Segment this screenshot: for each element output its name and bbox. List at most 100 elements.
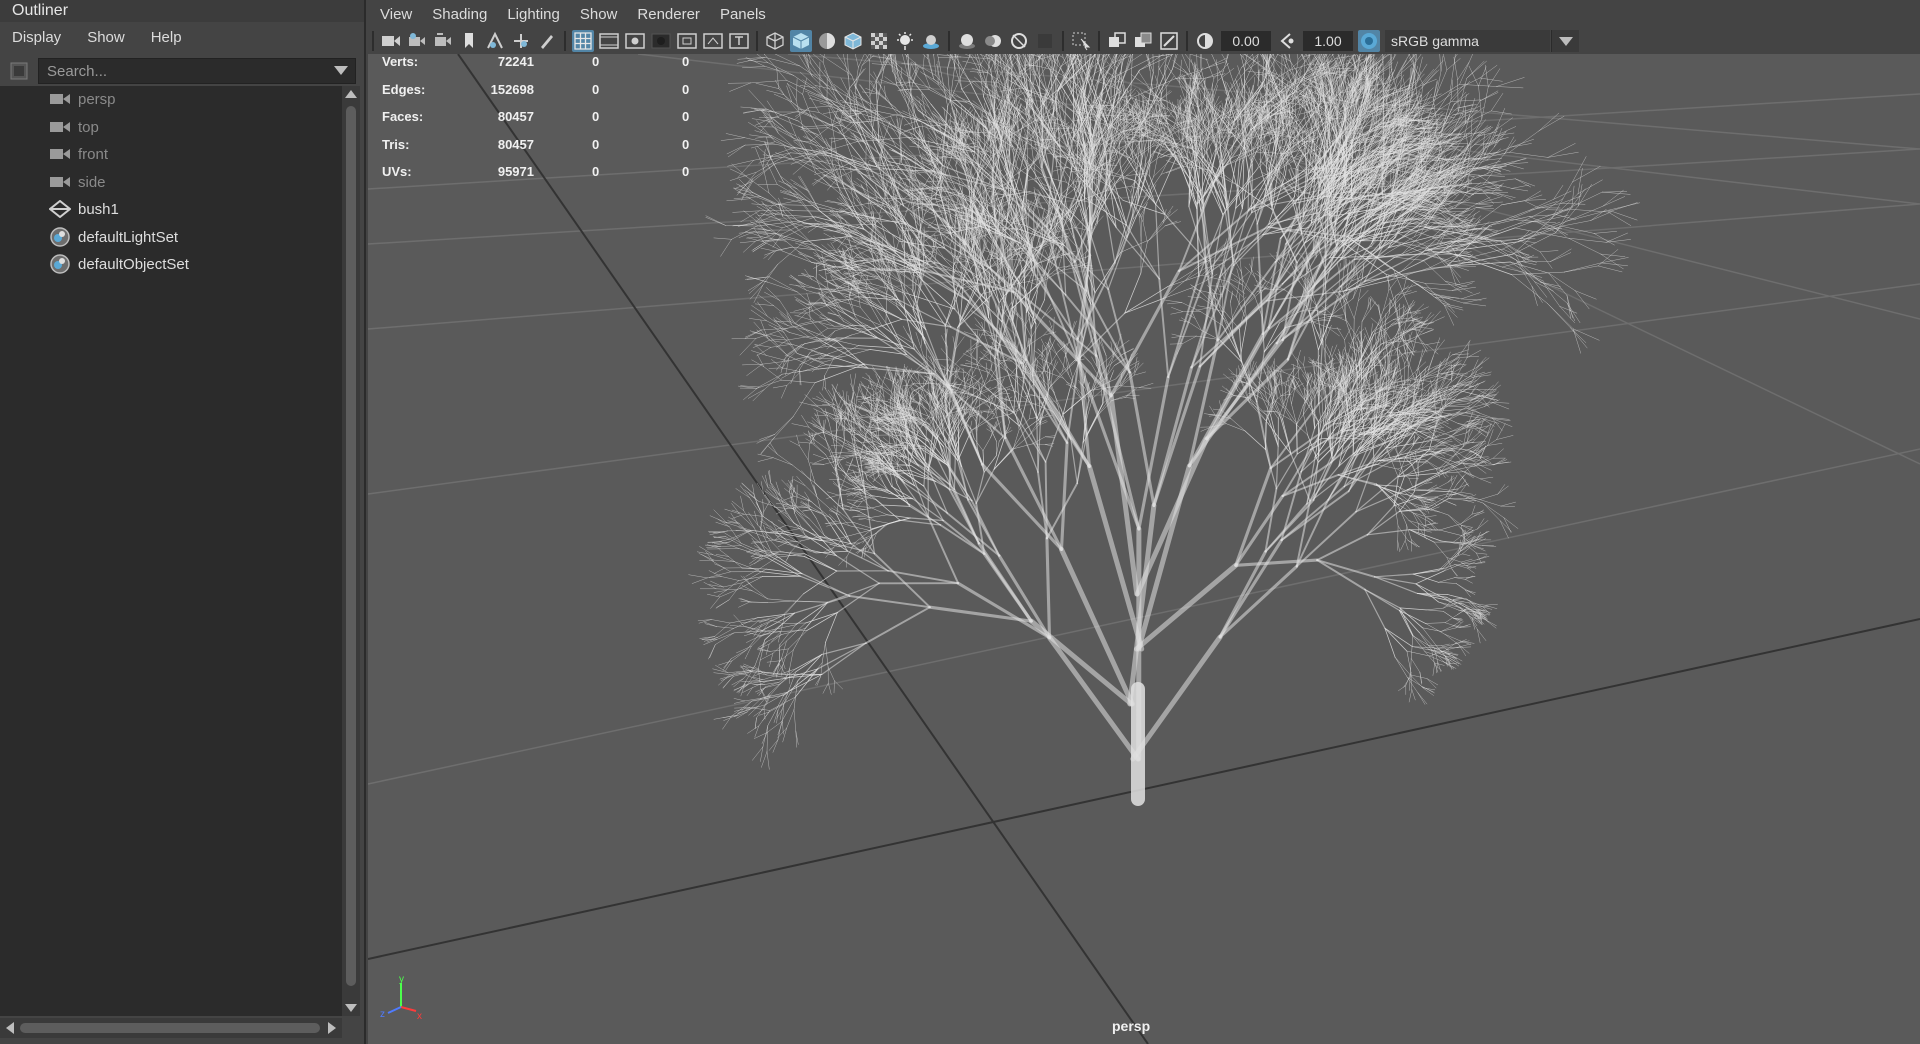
camera-name-label: persp — [1112, 1018, 1151, 1034]
vertical-scrollbar[interactable] — [342, 86, 360, 1016]
camera-icon — [48, 172, 72, 192]
grid-toggle-icon[interactable] — [572, 30, 594, 52]
image-plane-icon[interactable] — [484, 30, 506, 52]
chevron-down-icon[interactable] — [1551, 30, 1579, 52]
wireframe-icon[interactable] — [764, 30, 786, 52]
hud-component: 0 — [682, 164, 690, 179]
camera-icon — [48, 144, 72, 164]
viewport-panel: View Shading Lighting Show Renderer Pane… — [368, 0, 1920, 1044]
gamma-field[interactable]: 1.00 — [1303, 31, 1353, 51]
hud-label: Verts: — [382, 54, 419, 69]
exposure-icon[interactable] — [1194, 30, 1216, 52]
view-transform-dropdown[interactable]: sRGB gamma — [1385, 30, 1550, 52]
film-gate-icon[interactable] — [598, 30, 620, 52]
outliner-title: Outliner — [0, 0, 364, 22]
set-icon — [48, 227, 72, 247]
menu-panels[interactable]: Panels — [720, 6, 766, 23]
bookmarks-icon[interactable] — [432, 30, 454, 52]
hud-total: 95971 — [497, 164, 534, 179]
camera-attributes-icon[interactable] — [406, 30, 428, 52]
menu-view[interactable]: View — [380, 6, 412, 23]
outliner-menubar: Display Show Help — [0, 24, 364, 50]
tree-item-label: defaultLightSet — [78, 228, 179, 246]
xray-joints-icon[interactable] — [1158, 30, 1180, 52]
outliner-tree: persp top front side bush1 defaultLightS… — [0, 86, 342, 1016]
camera-icon — [48, 89, 72, 109]
hud-row-tris: Tris: 80457 0 0 — [382, 136, 689, 165]
menu-renderer[interactable]: Renderer — [637, 6, 700, 23]
search-row — [4, 56, 356, 86]
isolate-select-icon[interactable] — [1070, 30, 1092, 52]
scrollbar-thumb[interactable] — [346, 106, 356, 986]
search-input[interactable] — [38, 58, 356, 84]
hud-selected: 0 — [592, 136, 600, 152]
wireframe-on-shaded-icon[interactable] — [842, 30, 864, 52]
exposure-field[interactable]: 0.00 — [1221, 31, 1271, 51]
use-all-lights-icon[interactable] — [894, 30, 916, 52]
tree-item-bush1[interactable]: bush1 — [48, 196, 119, 222]
hud-component: 0 — [682, 81, 690, 97]
menu-show[interactable]: Show — [580, 6, 618, 23]
menu-show[interactable]: Show — [87, 29, 125, 46]
viewport-toolbar: 0.00 1.00 sRGB gamma — [368, 28, 1920, 54]
menu-lighting[interactable]: Lighting — [507, 6, 560, 23]
gamma-icon[interactable] — [1276, 30, 1298, 52]
tree-item-front[interactable]: front — [48, 141, 108, 167]
scroll-down-arrow-icon[interactable] — [345, 1004, 357, 1012]
toolbar-separator — [564, 31, 566, 51]
tree-item-label: bush1 — [78, 200, 119, 218]
motion-blur-icon[interactable] — [982, 30, 1004, 52]
transform-icon — [48, 199, 72, 219]
shadows-icon[interactable] — [920, 30, 942, 52]
toolbar-separator — [1098, 31, 1100, 51]
tree-item-defaultobjectset[interactable]: defaultObjectSet — [48, 251, 189, 277]
hud-selected: 0 — [592, 81, 600, 97]
xray-active-components-icon[interactable] — [1132, 30, 1154, 52]
menu-display[interactable]: Display — [12, 29, 61, 46]
textured-icon[interactable] — [868, 30, 890, 52]
hud-label: Tris: — [382, 136, 410, 152]
toolbar-separator — [372, 31, 374, 51]
xray-icon[interactable] — [1106, 30, 1128, 52]
horizontal-scrollbar[interactable] — [0, 1018, 342, 1038]
smooth-shade-icon[interactable] — [790, 30, 812, 52]
hud-row-uvs: UVs: 95971 0 0 — [382, 164, 689, 192]
search-options-dropdown-icon[interactable] — [334, 66, 348, 75]
scrollbar-thumb[interactable] — [20, 1023, 320, 1033]
multisample-aa-icon[interactable] — [1008, 30, 1030, 52]
tree-item-persp[interactable]: persp — [48, 86, 116, 112]
filter-icon[interactable] — [8, 60, 30, 82]
color-management-icon[interactable] — [1358, 30, 1380, 52]
outliner-panel: Outliner Display Show Help persp top — [0, 0, 366, 1044]
tree-item-top[interactable]: top — [48, 114, 99, 140]
grease-pencil-icon[interactable] — [536, 30, 558, 52]
toolbar-separator — [948, 31, 950, 51]
hud-label: Faces: — [382, 109, 424, 124]
heads-up-poly-count: Verts: 72241 0 0 Edges: 152698 0 0 Faces… — [382, 54, 689, 192]
tree-item-defaultlightset[interactable]: defaultLightSet — [48, 224, 178, 250]
screen-space-ao-icon[interactable] — [956, 30, 978, 52]
ground-grid-center — [368, 54, 1920, 1044]
hud-total: 80457 — [497, 136, 534, 152]
bookmark-icon[interactable] — [458, 30, 480, 52]
scroll-up-arrow-icon[interactable] — [345, 90, 357, 98]
hud-label: UVs: — [382, 164, 412, 179]
safe-title-icon[interactable] — [728, 30, 750, 52]
depth-of-field-icon[interactable] — [1034, 30, 1056, 52]
resolution-gate-icon[interactable] — [624, 30, 646, 52]
menu-shading[interactable]: Shading — [432, 6, 487, 23]
scroll-left-arrow-icon[interactable] — [6, 1022, 14, 1034]
scroll-right-arrow-icon[interactable] — [328, 1022, 336, 1034]
tree-item-side[interactable]: side — [48, 169, 106, 195]
hud-total: 152698 — [490, 81, 534, 97]
safe-action-icon[interactable] — [702, 30, 724, 52]
bush1-mesh — [688, 54, 1640, 806]
scene-canvas[interactable] — [368, 54, 1920, 1044]
default-material-icon[interactable] — [816, 30, 838, 52]
hud-selected: 0 — [592, 109, 600, 124]
menu-help[interactable]: Help — [151, 29, 182, 46]
gate-mask-icon[interactable] — [650, 30, 672, 52]
select-camera-icon[interactable] — [380, 30, 402, 52]
field-chart-icon[interactable] — [676, 30, 698, 52]
two-d-pan-zoom-icon[interactable] — [510, 30, 532, 52]
